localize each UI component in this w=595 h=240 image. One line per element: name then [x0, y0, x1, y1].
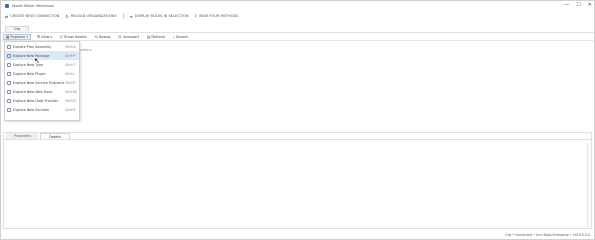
unexport-icon: ⊡	[118, 34, 122, 39]
list-icon: ≡	[129, 13, 133, 19]
menu-item-shortcut: Ctrl+A	[65, 44, 76, 49]
menu-item-label: Explore New Web Hook	[13, 89, 53, 94]
plugin-icon	[7, 71, 11, 76]
menu-item-shortcut: Ctrl+P	[65, 53, 76, 58]
menu-item-new-service-endpoint[interactable]: Explore New Service Endpoint Ctrl+E	[5, 78, 79, 87]
help-icon: ?	[194, 13, 197, 19]
status-bar: Org • Connected • Xrm.Tools.Enterprise •…	[1, 230, 594, 239]
explorer-icon: ▦	[6, 34, 10, 39]
menu-item-shortcut: Ctrl+L	[65, 71, 76, 76]
view-label: View	[41, 34, 50, 39]
tab-details[interactable]: Details	[40, 133, 70, 139]
window-controls: — ☐ ✕	[564, 2, 592, 8]
refresh-button[interactable]: ▤ Refresh	[145, 34, 167, 40]
bottom-panel: Properties Details	[3, 132, 592, 229]
view-methods-button[interactable]: ? VIEW FOUR METHODS	[195, 14, 239, 19]
explorer-dropdown-button[interactable]: ▦ Explorer ▾	[3, 33, 31, 40]
menu-item-shortcut: Ctrl+S	[65, 107, 76, 112]
vertical-scrollbar[interactable]	[586, 143, 589, 227]
webhook-icon	[7, 89, 11, 94]
menu-item-shortcut: Ctrl+W	[65, 89, 77, 94]
app-icon	[5, 3, 9, 8]
show-assets-button[interactable]: ⎘ Show Assets	[58, 34, 88, 40]
menu-item-new-data-provider[interactable]: Explore New Data Provider Ctrl+D	[5, 96, 79, 105]
unexport-button[interactable]: ⊡ Unexport	[116, 34, 141, 40]
menu-item-new-web-hook[interactable]: Explore New Web Hook Ctrl+W	[5, 87, 79, 96]
reload-organizations-button[interactable]: ↻ RELOAD ORGANIZATIONS	[65, 14, 116, 19]
create-connection-button[interactable]: ⇄ CREATE NEW CONNECTION	[5, 14, 59, 19]
package-icon	[7, 53, 11, 58]
display-rules-button[interactable]: ≡ DISPLAY RULES IN SELECTION	[130, 14, 189, 19]
menu-item-shortcut: Ctrl+T	[65, 62, 76, 67]
explorer-dropdown-menu: Explore Plan Assembly Ctrl+A Explore New…	[4, 41, 80, 121]
unexport-label: Unexport	[122, 34, 140, 39]
bottom-tab-strip: Properties Details	[4, 133, 591, 140]
reload-icon: ↻	[65, 13, 69, 19]
window-title: Model Maker Workshop	[12, 3, 54, 8]
solution-icon	[7, 107, 11, 112]
refresh-label: Refresh	[151, 34, 165, 39]
plug-icon: ⇄	[5, 13, 9, 19]
menu-item-shortcut: Ctrl+E	[65, 80, 76, 85]
menu-item-new-package[interactable]: Explore New Package Ctrl+P	[5, 51, 79, 60]
menu-item-plan-assembly[interactable]: Explore Plan Assembly Ctrl+A	[5, 42, 79, 51]
menu-item-label: Explore New Service Endpoint	[13, 80, 64, 85]
menu-item-label: Explore New Data Provider	[13, 98, 59, 103]
search-button[interactable]: ⌕ Search	[171, 34, 190, 40]
view-methods-label: VIEW FOUR METHODS	[198, 14, 239, 18]
menu-item-label: Explore Plan Assembly	[13, 44, 52, 49]
menu-item-shortcut: Ctrl+D	[65, 98, 76, 103]
explorer-label: Explorer	[10, 34, 26, 39]
refresh-icon: ▤	[147, 34, 151, 39]
status-text: Org • Connected • Xrm.Tools.Enterprise •…	[505, 232, 590, 237]
close-button[interactable]: ✕	[588, 2, 592, 8]
chevron-down-icon: ▾	[50, 34, 53, 39]
menu-item-label: Explore New Solution	[13, 107, 50, 112]
menu-item-label: Explore New Plugin	[13, 71, 46, 76]
menu-item-new-plugin[interactable]: Explore New Plugin Ctrl+L	[5, 69, 79, 78]
search-icon: ⌕	[173, 34, 176, 39]
assembly-icon	[7, 44, 11, 49]
secondary-toolbar: ▦ Explorer ▾ ☰ View ▾ ⎘ Show Assets ⟲ De…	[1, 32, 594, 41]
data-provider-icon	[7, 98, 11, 103]
menu-item-new-solution[interactable]: Explore New Solution Ctrl+S	[5, 105, 79, 114]
mouse-cursor-icon: ↖	[34, 57, 40, 65]
assets-icon: ⎘	[60, 34, 64, 39]
endpoint-icon	[7, 80, 11, 85]
type-icon	[7, 62, 11, 67]
maximize-button[interactable]: ☐	[576, 2, 580, 8]
create-connection-label: CREATE NEW CONNECTION	[10, 14, 60, 18]
menu-item-new-type[interactable]: Explore New Type Ctrl+T	[5, 60, 79, 69]
toolbar-divider	[122, 13, 124, 19]
title-bar: Model Maker Workshop — ☐ ✕	[1, 1, 594, 10]
show-assets-label: Show Assets	[64, 34, 87, 39]
minimize-button[interactable]: —	[564, 2, 569, 8]
search-label: Search	[176, 34, 189, 39]
reload-organizations-label: RELOAD ORGANIZATIONS	[70, 14, 117, 18]
app-window: Model Maker Workshop — ☐ ✕ ⇄ CREATE NEW …	[0, 0, 595, 240]
tab-properties[interactable]: Properties	[6, 133, 40, 139]
top-toolbar: ⇄ CREATE NEW CONNECTION ↻ RELOAD ORGANIZ…	[5, 12, 239, 20]
view-icon: ☰	[36, 34, 41, 39]
debug-label: Debug	[98, 34, 111, 39]
view-dropdown-button[interactable]: ☰ View ▾	[35, 34, 54, 40]
display-rules-label: DISPLAY RULES IN SELECTION	[134, 14, 189, 18]
debug-icon: ⟲	[94, 34, 98, 39]
chevron-down-icon: ▾	[26, 34, 28, 39]
debug-button[interactable]: ⟲ Debug	[93, 34, 113, 40]
